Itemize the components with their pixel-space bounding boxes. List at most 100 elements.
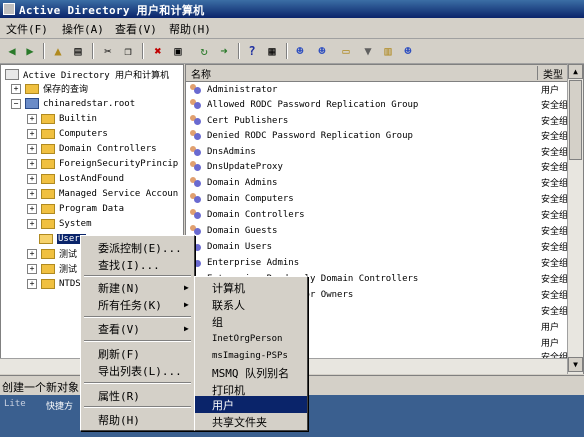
submenu-item-group[interactable]: 组 [195, 313, 307, 330]
tree-item[interactable]: + System [27, 216, 92, 231]
folder-icon [25, 83, 39, 94]
expand-icon[interactable]: + [27, 143, 37, 154]
back-icon[interactable]: ◀ [4, 43, 20, 59]
expand-icon[interactable]: + [27, 248, 37, 259]
submenu-item-inetorgperson[interactable]: InetOrgPerson [195, 330, 307, 347]
submenu-item-user[interactable]: 用户 [195, 396, 307, 413]
menu-file[interactable]: 文件(F) [6, 21, 48, 37]
scroll-down-icon[interactable]: ▼ [568, 357, 583, 372]
submenu-item-computer[interactable]: 计算机 [195, 279, 307, 296]
expand-icon[interactable]: + [27, 188, 37, 199]
menu-item-find[interactable]: 查找(I)... [81, 256, 194, 273]
properties-icon[interactable]: ▣ [170, 43, 186, 59]
tree-item[interactable]: + Program Data [27, 201, 124, 216]
submenu-item-msmq-alias[interactable]: MSMQ 队列别名 [195, 364, 307, 381]
submenu-item-contact[interactable]: 联系人 [195, 296, 307, 313]
taskbar-shortcut[interactable]: 快捷方 [46, 399, 73, 412]
folder-icon [41, 113, 55, 124]
column-header-type[interactable]: 类型 [538, 66, 568, 81]
tree-item[interactable]: + NTDS [27, 276, 81, 291]
expand-icon[interactable]: + [27, 158, 37, 169]
list-item[interactable]: Domain Admins 安全组 [186, 175, 568, 190]
submenu-item-shared-folder[interactable]: 共享文件夹 [195, 413, 307, 430]
delete-icon[interactable]: ✖ [150, 43, 166, 59]
list-item[interactable]: DnsUpdateProxy 安全组 [186, 159, 568, 174]
group-icon [189, 114, 203, 127]
tree-item[interactable]: + 测试 [27, 246, 77, 261]
tree-item[interactable]: + 测试 [27, 261, 77, 276]
folder-icon [41, 158, 55, 169]
list-item[interactable]: Domain Users 安全组 [186, 239, 568, 254]
expand-icon[interactable]: + [27, 263, 37, 274]
menu-item-refresh[interactable]: 刷新(F) [81, 345, 194, 362]
export-icon[interactable]: ➜ [216, 43, 232, 59]
tree-item[interactable]: + Computers [27, 126, 108, 141]
window-title: Active Directory 用户和计算机 [19, 4, 205, 17]
copy-icon[interactable]: ❐ [120, 43, 136, 59]
expand-icon[interactable]: + [27, 203, 37, 214]
list-item[interactable]: Domain Controllers 安全组 [186, 207, 568, 222]
tree-item[interactable]: + Builtin [27, 111, 97, 126]
menu-item-help[interactable]: 帮助(H) [81, 411, 194, 428]
group-icon [189, 160, 203, 173]
filter-icon[interactable]: ▼ [360, 43, 376, 59]
list-vertical-scrollbar[interactable]: ▲ ▼ [567, 64, 583, 374]
show-tree-icon[interactable]: ▤ [70, 43, 86, 59]
app-icon [3, 3, 15, 15]
folder-icon [39, 233, 53, 244]
tree-item-users[interactable]: Users [27, 231, 87, 246]
menu-item-properties[interactable]: 属性(R) [81, 387, 194, 404]
new-group-icon[interactable]: ☻ [314, 43, 330, 59]
list-item[interactable]: Enterprise Admins 安全组 [186, 255, 568, 270]
menu-item-delegate[interactable]: 委派控制(E)... [81, 239, 194, 256]
menu-help[interactable]: 帮助(H) [169, 21, 211, 37]
scroll-up-icon[interactable]: ▲ [568, 64, 583, 79]
list-item[interactable]: DnsAdmins 安全组 [186, 144, 568, 159]
find-icon[interactable]: ▥ [380, 43, 396, 59]
tree-root[interactable]: Active Directory 用户和计算机 [5, 67, 169, 82]
list-item[interactable]: Domain Computers 安全组 [186, 191, 568, 206]
collapse-icon[interactable]: − [11, 98, 21, 109]
tree-item[interactable]: + Domain Controllers [27, 141, 157, 156]
submenu-arrow-icon: ▶ [184, 324, 189, 333]
tree-item[interactable]: + LostAndFound [27, 171, 124, 186]
expand-icon[interactable]: + [27, 218, 37, 229]
menu-action[interactable]: 操作(A) [62, 21, 104, 37]
menu-item-export[interactable]: 导出列表(L)... [81, 362, 194, 379]
group-icon [189, 145, 203, 158]
list-item[interactable]: Denied RODC Password Replication Group 安全… [186, 128, 568, 143]
cut-icon[interactable]: ✂ [100, 43, 116, 59]
forward-icon[interactable]: ▶ [22, 43, 38, 59]
console-icon[interactable]: ▦ [264, 43, 280, 59]
up-icon[interactable]: ▲ [50, 43, 66, 59]
menu-item-all-tasks[interactable]: 所有任务(K) ▶ [81, 296, 194, 313]
menu-item-view[interactable]: 查看(V) ▶ [81, 320, 194, 337]
submenu-arrow-icon: ▶ [184, 283, 189, 292]
new-user-icon[interactable]: ☻ [292, 43, 308, 59]
scroll-thumb[interactable] [569, 80, 582, 160]
tree-item[interactable]: + Managed Service Accoun [27, 186, 178, 201]
expand-icon[interactable]: + [11, 83, 21, 94]
tree-domain[interactable]: − chinaredstar.root [11, 96, 135, 111]
group-icon [189, 208, 203, 221]
tree-saved-queries[interactable]: + 保存的查询 [11, 81, 88, 96]
expand-icon[interactable]: + [27, 278, 37, 289]
tree-item[interactable]: + ForeignSecurityPrincip [27, 156, 178, 171]
list-item[interactable]: Allowed RODC Password Replication Group 安… [186, 97, 568, 112]
list-item[interactable]: Administrator 用户 [186, 82, 566, 97]
column-header-name[interactable]: 名称 [186, 66, 538, 81]
menu-view[interactable]: 查看(V) [115, 21, 157, 37]
refresh-icon[interactable]: ↻ [196, 43, 212, 59]
submenu-item-msimaging[interactable]: msImaging-PSPs [195, 347, 307, 364]
new-ou-icon[interactable]: ▭ [338, 43, 354, 59]
help-icon[interactable]: ? [244, 43, 260, 59]
expand-icon[interactable]: + [27, 128, 37, 139]
list-item[interactable]: Cert Publishers 安全组 [186, 113, 568, 128]
expand-icon[interactable]: + [27, 173, 37, 184]
expand-icon[interactable]: + [27, 113, 37, 124]
folder-icon [41, 203, 55, 214]
folder-icon [41, 173, 55, 184]
menu-item-new[interactable]: 新建(N) ▶ [81, 279, 194, 296]
list-item[interactable]: Domain Guests 安全组 [186, 223, 568, 238]
add-to-group-icon[interactable]: ☻ [400, 43, 416, 59]
